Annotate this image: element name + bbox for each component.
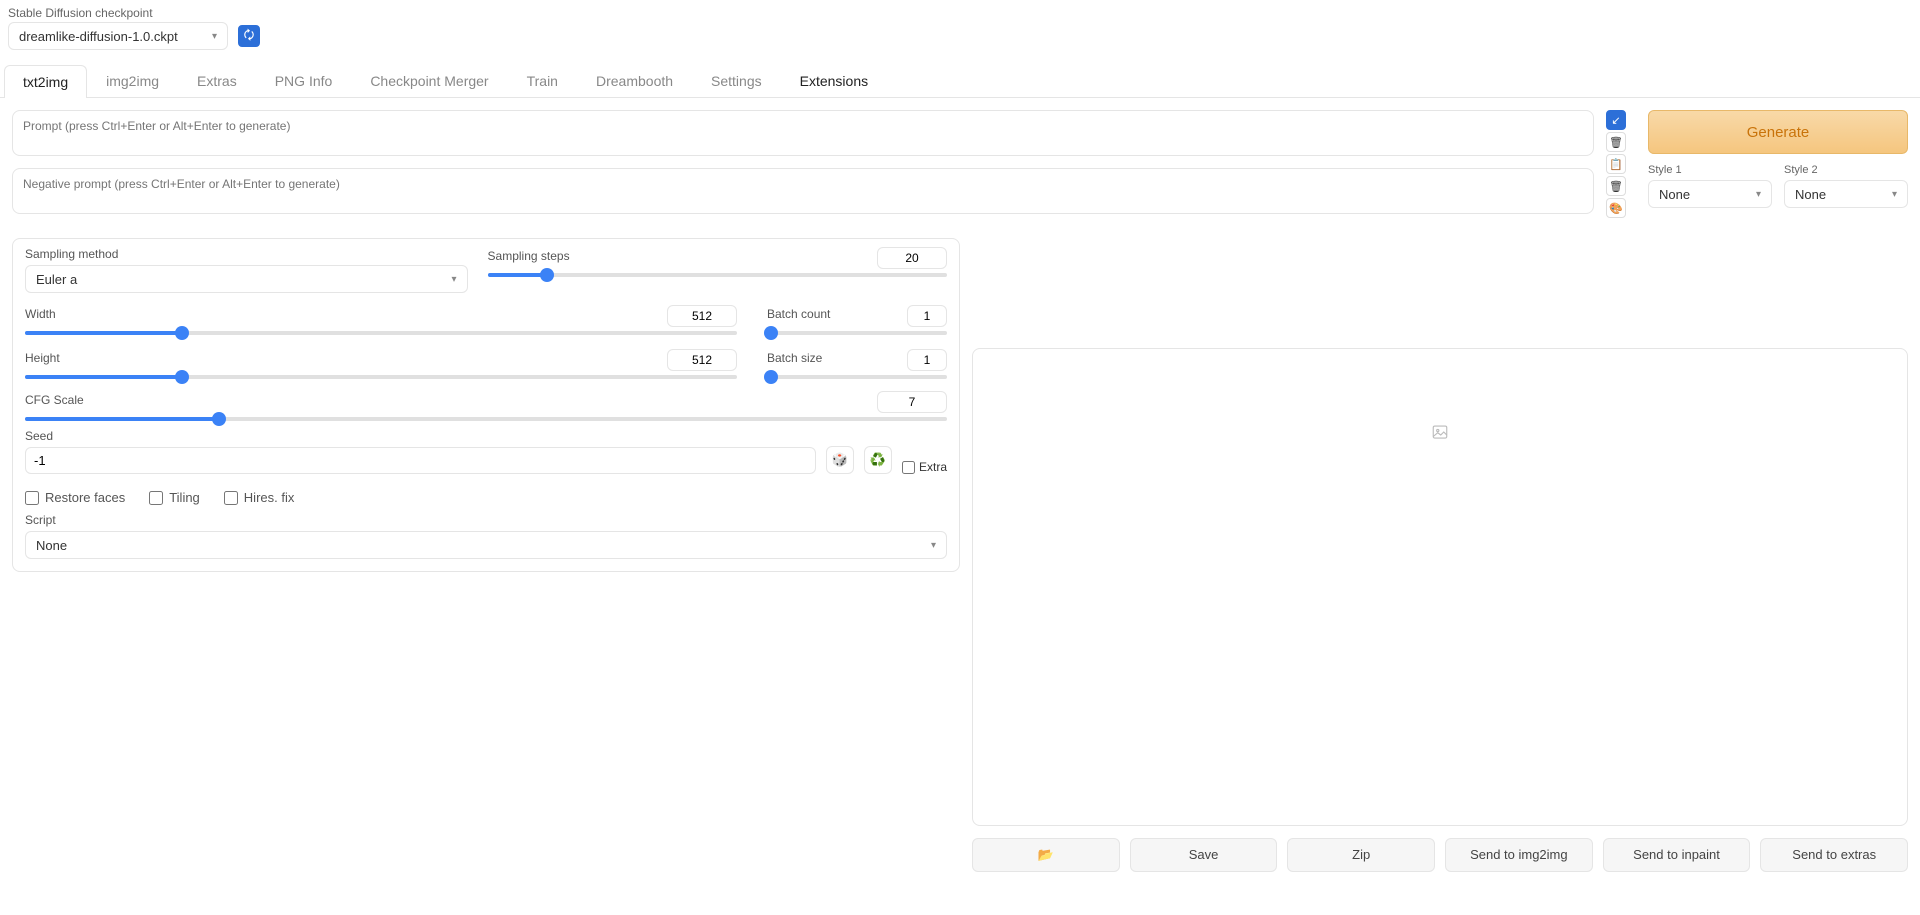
width-label: Width xyxy=(25,307,56,321)
style1-label: Style 1 xyxy=(1648,164,1772,176)
restore-faces-checkbox[interactable]: Restore faces xyxy=(25,490,125,505)
zip-button[interactable]: Zip xyxy=(1287,838,1435,872)
send-img2img-button[interactable]: Send to img2img xyxy=(1445,838,1593,872)
folder-icon: 📂 xyxy=(1038,847,1054,862)
tab-pnginfo[interactable]: PNG Info xyxy=(256,64,352,97)
sampling-steps-input[interactable] xyxy=(877,247,947,269)
refresh-checkpoint-button[interactable]: 🗘 xyxy=(238,25,260,47)
cfg-label: CFG Scale xyxy=(25,393,84,407)
dice-icon: 🎲 xyxy=(832,452,848,468)
trash-icon: 🗑 xyxy=(1609,180,1623,193)
image-placeholder-icon xyxy=(1431,423,1449,444)
tab-txt2img[interactable]: txt2img xyxy=(4,65,87,98)
tab-extras[interactable]: Extras xyxy=(178,64,256,97)
checkpoint-select[interactable]: dreamlike-diffusion-1.0.ckpt ▾ xyxy=(8,22,228,50)
main-tabs: txt2img img2img Extras PNG Info Checkpoi… xyxy=(0,64,1920,98)
prompt-input[interactable] xyxy=(12,110,1594,156)
height-input[interactable] xyxy=(667,349,737,371)
trash-button[interactable]: 🗑 xyxy=(1606,176,1626,196)
checkpoint-label: Stable Diffusion checkpoint xyxy=(8,6,228,20)
sampling-method-select[interactable]: Euler a▾ xyxy=(25,265,468,293)
arrow-icon: ↙ xyxy=(1611,114,1620,127)
recycle-icon: ♻️ xyxy=(870,452,886,468)
seed-random-button[interactable]: 🎲 xyxy=(826,446,854,474)
chevron-down-icon: ▾ xyxy=(212,31,217,42)
batch-count-slider[interactable] xyxy=(767,331,947,335)
batch-size-label: Batch size xyxy=(767,351,822,365)
clear-icon: 🗑 xyxy=(1609,136,1623,149)
seed-label: Seed xyxy=(25,429,816,443)
chevron-down-icon: ▾ xyxy=(1892,189,1897,200)
batch-count-input[interactable] xyxy=(907,305,947,327)
seed-extra-checkbox[interactable]: Extra xyxy=(902,460,947,474)
tab-checkpoint-merger[interactable]: Checkpoint Merger xyxy=(351,64,507,97)
output-gallery xyxy=(972,348,1908,826)
batch-count-label: Batch count xyxy=(767,307,830,321)
styles-palette-button[interactable]: 🎨 xyxy=(1606,198,1626,218)
open-folder-button[interactable]: 📂 xyxy=(972,838,1120,872)
seed-reuse-button[interactable]: ♻️ xyxy=(864,446,892,474)
script-select[interactable]: None▾ xyxy=(25,531,947,559)
negative-prompt-input[interactable] xyxy=(12,168,1594,214)
sampling-method-label: Sampling method xyxy=(25,247,468,261)
paste-button[interactable]: 📋 xyxy=(1606,154,1626,174)
chevron-down-icon: ▾ xyxy=(452,274,457,285)
save-button[interactable]: Save xyxy=(1130,838,1278,872)
cfg-slider[interactable] xyxy=(25,417,947,421)
height-label: Height xyxy=(25,351,60,365)
settings-panel: Sampling method Euler a▾ Sampling steps xyxy=(12,238,960,572)
tiling-checkbox[interactable]: Tiling xyxy=(149,490,200,505)
tab-train[interactable]: Train xyxy=(508,64,577,97)
sampling-steps-slider[interactable] xyxy=(488,273,947,277)
style2-select[interactable]: None▾ xyxy=(1784,180,1908,208)
tab-extensions[interactable]: Extensions xyxy=(781,64,887,97)
palette-icon: 🎨 xyxy=(1609,202,1623,215)
seed-input[interactable] xyxy=(25,447,816,474)
send-inpaint-button[interactable]: Send to inpaint xyxy=(1603,838,1751,872)
interrogate-arrow-button[interactable]: ↙ xyxy=(1606,110,1626,130)
style2-label: Style 2 xyxy=(1784,164,1908,176)
chevron-down-icon: ▾ xyxy=(931,540,936,551)
tab-dreambooth[interactable]: Dreambooth xyxy=(577,64,692,97)
chevron-down-icon: ▾ xyxy=(1756,189,1761,200)
script-label: Script xyxy=(25,513,947,527)
batch-size-input[interactable] xyxy=(907,349,947,371)
batch-size-slider[interactable] xyxy=(767,375,947,379)
hires-fix-checkbox[interactable]: Hires. fix xyxy=(224,490,295,505)
style1-select[interactable]: None▾ xyxy=(1648,180,1772,208)
clipboard-icon: 📋 xyxy=(1609,158,1623,171)
cfg-input[interactable] xyxy=(877,391,947,413)
clear-prompt-button[interactable]: 🗑 xyxy=(1606,132,1626,152)
sampling-steps-label: Sampling steps xyxy=(488,249,570,263)
generate-button[interactable]: Generate xyxy=(1648,110,1908,154)
send-extras-button[interactable]: Send to extras xyxy=(1760,838,1908,872)
width-input[interactable] xyxy=(667,305,737,327)
tab-img2img[interactable]: img2img xyxy=(87,64,178,97)
refresh-icon: 🗘 xyxy=(244,26,255,47)
width-slider[interactable] xyxy=(25,331,737,335)
height-slider[interactable] xyxy=(25,375,737,379)
tab-settings[interactable]: Settings xyxy=(692,64,781,97)
